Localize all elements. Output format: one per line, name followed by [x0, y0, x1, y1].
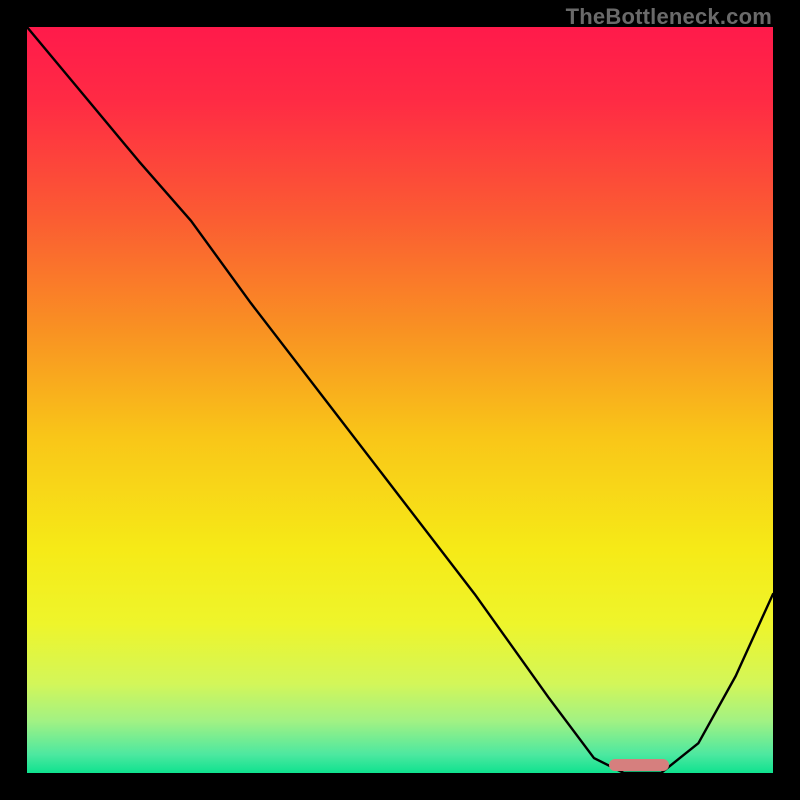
- bottleneck-curve: [27, 27, 773, 773]
- optimal-range-marker: [609, 759, 669, 771]
- watermark-text: TheBottleneck.com: [566, 4, 772, 30]
- chart-container: TheBottleneck.com: [0, 0, 800, 800]
- plot-area: [27, 27, 773, 773]
